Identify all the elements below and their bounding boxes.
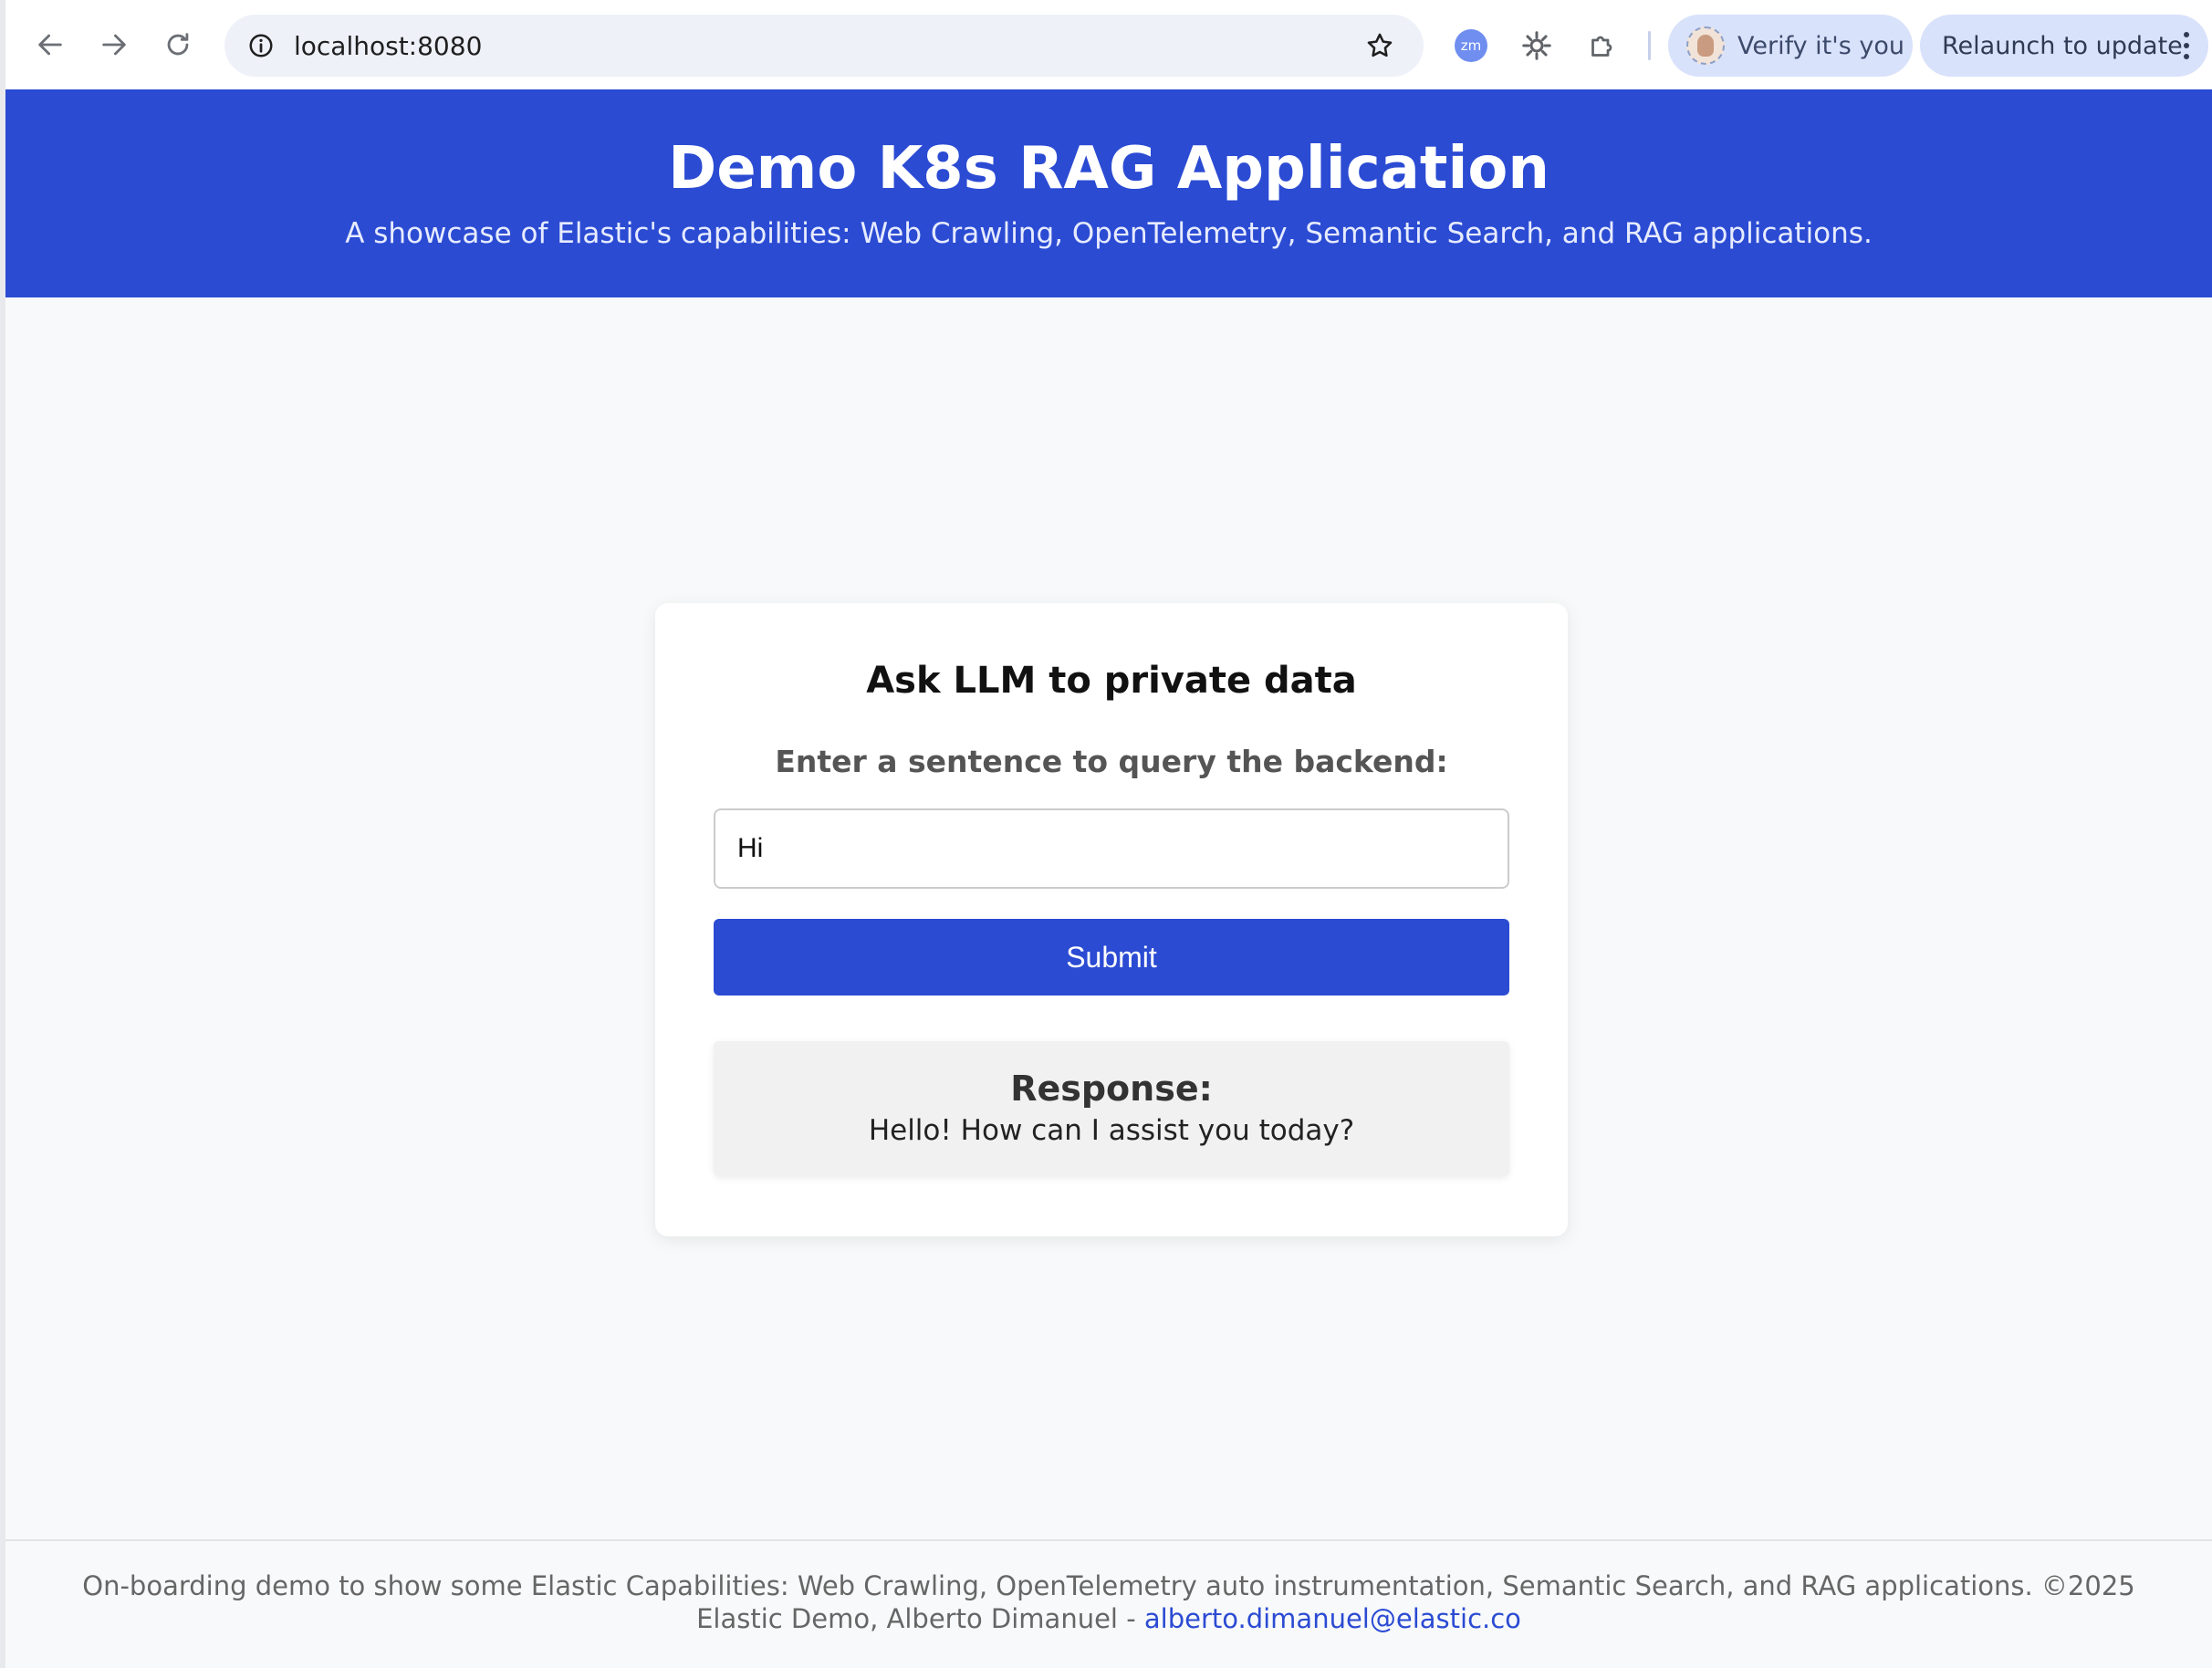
footer-divider (5, 1539, 2212, 1541)
browser-window: localhost:8080 zm Verify it's you Relaun… (5, 0, 2212, 1668)
query-input[interactable] (714, 808, 1509, 889)
back-icon (38, 34, 62, 56)
star-icon[interactable] (1362, 27, 1398, 64)
puzzle-icon (1591, 36, 1612, 57)
spinner-extension-button[interactable] (1517, 26, 1557, 66)
forward-icon (102, 34, 126, 56)
verify-identity-button[interactable]: Verify it's you (1668, 15, 1913, 77)
footer-email-link[interactable]: alberto.dimanuel@elastic.co (1144, 1603, 1521, 1634)
response-panel: Response: Hello! How can I assist you to… (714, 1041, 1509, 1176)
relaunch-label: Relaunch to update (1942, 31, 2183, 60)
back-button[interactable] (18, 13, 82, 77)
url-text[interactable]: localhost:8080 (294, 31, 482, 61)
card-title: Ask LLM to private data (866, 660, 1357, 702)
toolbar-separator (1648, 31, 1651, 60)
zoom-extension-button[interactable]: zm (1451, 26, 1491, 66)
query-label: Enter a sentence to query the backend: (775, 744, 1448, 779)
query-card: Ask LLM to private data Enter a sentence… (655, 603, 1568, 1236)
info-icon[interactable] (241, 26, 281, 66)
forward-button[interactable] (82, 13, 146, 77)
footer-text: On-boarding demo to show some Elastic Ca… (82, 1570, 2135, 1634)
extensions-button[interactable] (1582, 26, 1622, 66)
verify-label: Verify it's you (1737, 31, 1904, 60)
reload-icon (167, 33, 189, 56)
profile-avatar (1686, 26, 1725, 65)
page-content: Demo K8s RAG Application A showcase of E… (5, 89, 2212, 1668)
response-text: Hello! How can I assist you today? (868, 1114, 1355, 1147)
page-subtitle: A showcase of Elastic's capabilities: We… (345, 217, 1873, 250)
page-header: Demo K8s RAG Application A showcase of E… (5, 89, 2212, 297)
page-title: Demo K8s RAG Application (668, 135, 1549, 203)
browser-toolbar: localhost:8080 zm Verify it's you Relaun… (5, 0, 2212, 89)
zoom-extension-icon: zm (1455, 29, 1487, 62)
relaunch-button[interactable]: Relaunch to update (1920, 15, 2208, 77)
response-heading: Response: (1010, 1069, 1213, 1109)
spinner-extension-icon (1522, 31, 1551, 60)
page-footer: On-boarding demo to show some Elastic Ca… (60, 1569, 2157, 1635)
reload-button[interactable] (146, 13, 210, 77)
submit-button[interactable]: Submit (714, 919, 1509, 996)
address-bar[interactable]: localhost:8080 (224, 15, 1424, 77)
kebab-menu-icon[interactable] (2175, 27, 2197, 64)
